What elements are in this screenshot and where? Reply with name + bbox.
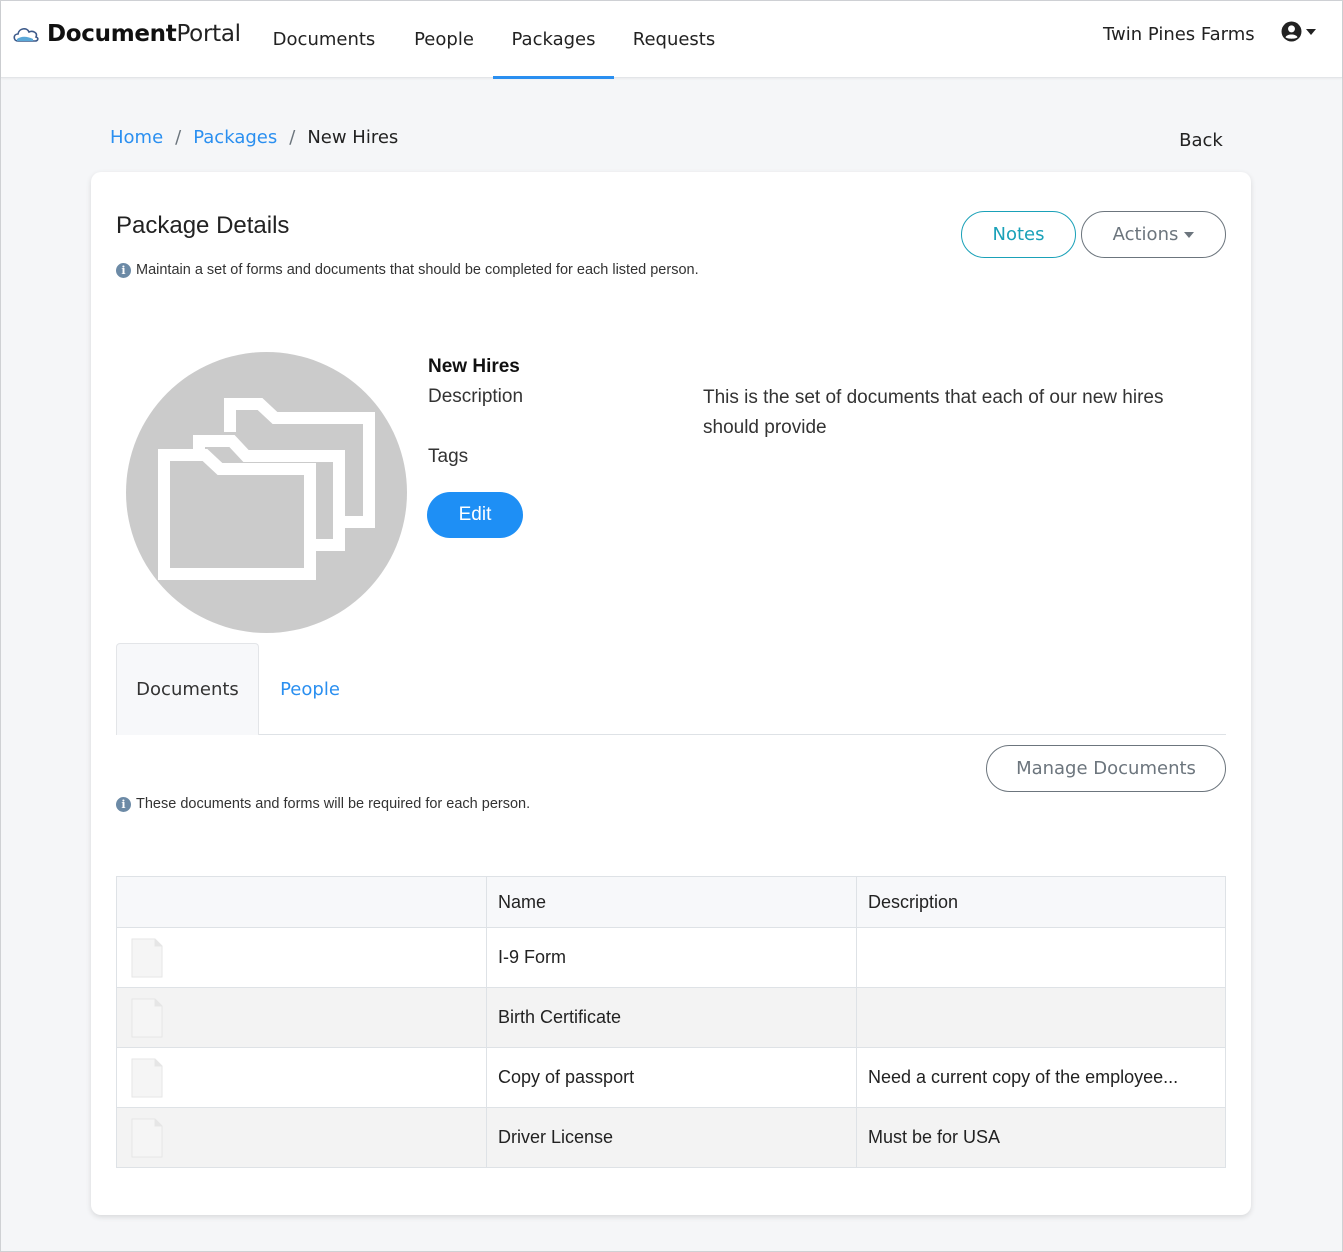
document-name: Birth Certificate (486, 987, 857, 1048)
documents-info-text: i These documents and forms will be requ… (116, 796, 530, 812)
description-label: Description (428, 386, 524, 407)
notes-button-label: Notes (992, 224, 1045, 245)
breadcrumb-current: New Hires (307, 127, 399, 148)
document-description (856, 987, 1226, 1048)
document-name: Driver License (486, 1107, 857, 1168)
info-icon: i (116, 796, 131, 812)
package-info-label: Maintain a set of forms and documents th… (136, 262, 699, 278)
file-icon (131, 1118, 163, 1157)
document-name: I-9 Form (486, 927, 857, 988)
user-menu-dropdown[interactable] (1281, 21, 1316, 42)
file-icon-cell (116, 987, 487, 1048)
breadcrumb-packages[interactable]: Packages (193, 127, 277, 148)
tags-label: Tags (428, 446, 469, 467)
file-icon (131, 998, 163, 1037)
table-header-row: Name Description (116, 876, 1226, 928)
document-name: Copy of passport (486, 1047, 857, 1108)
back-button[interactable]: Back (1161, 119, 1241, 161)
page-title: Package Details (116, 212, 290, 239)
user-circle-icon (1281, 21, 1302, 42)
breadcrumb-separator: / (175, 127, 182, 148)
file-icon-cell (116, 1047, 487, 1108)
actions-button-label: Actions (1112, 224, 1179, 245)
file-icon-cell (116, 1107, 487, 1168)
column-header-name[interactable]: Name (486, 876, 857, 928)
column-header-icon (116, 876, 487, 928)
table-row[interactable]: I-9 Form (116, 927, 1226, 988)
column-header-description[interactable]: Description (856, 876, 1226, 928)
package-info-text: i Maintain a set of forms and documents … (116, 262, 699, 278)
document-description: Must be for USA (856, 1107, 1226, 1168)
cloud-logo-icon (13, 28, 39, 42)
description-value: This is the set of documents that each o… (703, 387, 1164, 438)
breadcrumb-home[interactable]: Home (110, 127, 163, 148)
package-details-card: Package Details i Maintain a set of form… (91, 172, 1251, 1215)
breadcrumb-separator: / (289, 127, 296, 148)
nav-requests[interactable]: Requests (614, 1, 734, 78)
table-row[interactable]: Driver License Must be for USA (116, 1107, 1226, 1168)
brand-name-light: Portal (176, 21, 241, 47)
document-description (856, 927, 1226, 988)
file-icon-cell (116, 927, 487, 988)
manage-documents-button[interactable]: Manage Documents (986, 745, 1226, 792)
documents-table: Name Description I-9 Form Birth Certific… (116, 876, 1226, 1168)
nav-packages[interactable]: Packages (493, 1, 614, 79)
package-name: New Hires (428, 356, 520, 377)
package-avatar (126, 352, 407, 633)
manage-documents-label: Manage Documents (1016, 758, 1196, 779)
notes-button[interactable]: Notes (961, 211, 1076, 258)
chevron-down-icon (1306, 28, 1316, 35)
actions-dropdown-button[interactable]: Actions (1081, 211, 1226, 258)
table-row[interactable]: Birth Certificate (116, 987, 1226, 1048)
folders-icon (158, 398, 375, 580)
breadcrumb: Home / Packages / New Hires (110, 127, 398, 148)
edit-button[interactable]: Edit (427, 492, 523, 538)
document-description: Need a current copy of the employee... (856, 1047, 1226, 1108)
documents-info-label: These documents and forms will be requir… (136, 796, 531, 812)
info-icon: i (116, 262, 131, 278)
file-icon (131, 1058, 163, 1097)
file-icon (131, 938, 163, 977)
chevron-down-icon (1184, 231, 1195, 238)
brand-logo[interactable]: Document Portal (11, 19, 241, 49)
package-tabs: Documents People (116, 643, 1226, 735)
tab-people[interactable]: People (259, 643, 361, 735)
tab-documents[interactable]: Documents (116, 643, 259, 735)
organization-name[interactable]: Twin Pines Farms (1103, 1, 1255, 67)
brand-name-bold: Document (47, 21, 177, 47)
top-navbar: Document Portal Documents People Packages… (1, 1, 1342, 79)
table-row[interactable]: Copy of passport Need a current copy of … (116, 1047, 1226, 1108)
nav-people[interactable]: People (395, 1, 493, 78)
nav-documents[interactable]: Documents (253, 1, 395, 78)
